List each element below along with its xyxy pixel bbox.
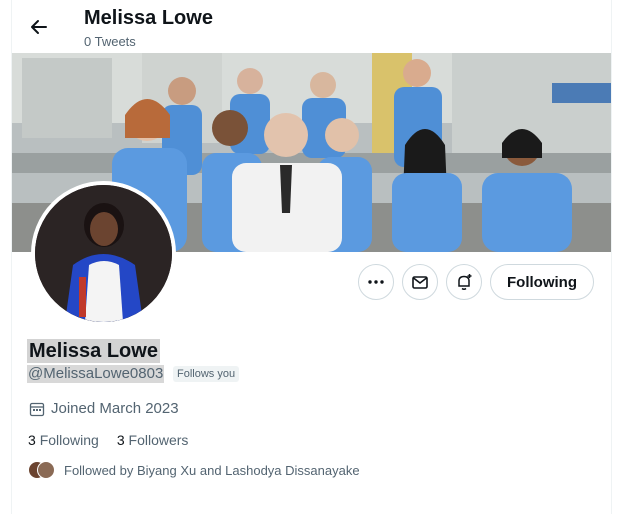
header-title: Melissa Lowe <box>84 7 213 29</box>
profile-column: Melissa Lowe 0 Tweets Following Melissa … <box>11 0 612 514</box>
follow-stats: 3 Following 3 Followers <box>28 432 188 448</box>
followers-label: Followers <box>128 432 189 448</box>
followed-by-text: Followed by Biyang Xu and Lashodya Dissa… <box>64 462 360 478</box>
avatar-image <box>35 185 172 322</box>
following-button[interactable]: Following <box>490 264 594 300</box>
followers-count: 3 <box>116 432 125 448</box>
bell-plus-icon <box>458 274 472 290</box>
message-button[interactable] <box>402 264 438 300</box>
following-count-link[interactable]: 3 Following <box>28 432 99 448</box>
follows-you-badge: Follows you <box>173 366 240 382</box>
following-count: 3 <box>28 432 36 448</box>
arrow-left-icon <box>31 20 47 34</box>
notifications-button[interactable] <box>446 264 482 300</box>
followed-by-avatars <box>28 461 55 479</box>
joined-date: Joined March 2023 <box>29 400 179 417</box>
calendar-icon <box>29 402 45 416</box>
profile-handle: @MelissaLowe0803 <box>27 365 165 383</box>
joined-text: Joined March 2023 <box>51 400 179 417</box>
more-icon <box>368 280 384 284</box>
profile-header-bar: Melissa Lowe 0 Tweets <box>12 0 611 53</box>
profile-name: Melissa Lowe <box>27 339 160 363</box>
more-button[interactable] <box>358 264 394 300</box>
followers-count-link[interactable]: 3 Followers <box>117 432 189 448</box>
profile-avatar[interactable] <box>31 181 176 326</box>
follower-avatar <box>37 461 55 479</box>
tweet-count: 0 Tweets <box>84 34 136 49</box>
followed-by[interactable]: Followed by Biyang Xu and Lashodya Dissa… <box>28 461 360 479</box>
following-label: Following <box>39 432 99 448</box>
envelope-icon <box>412 276 428 289</box>
back-button[interactable] <box>26 14 52 40</box>
